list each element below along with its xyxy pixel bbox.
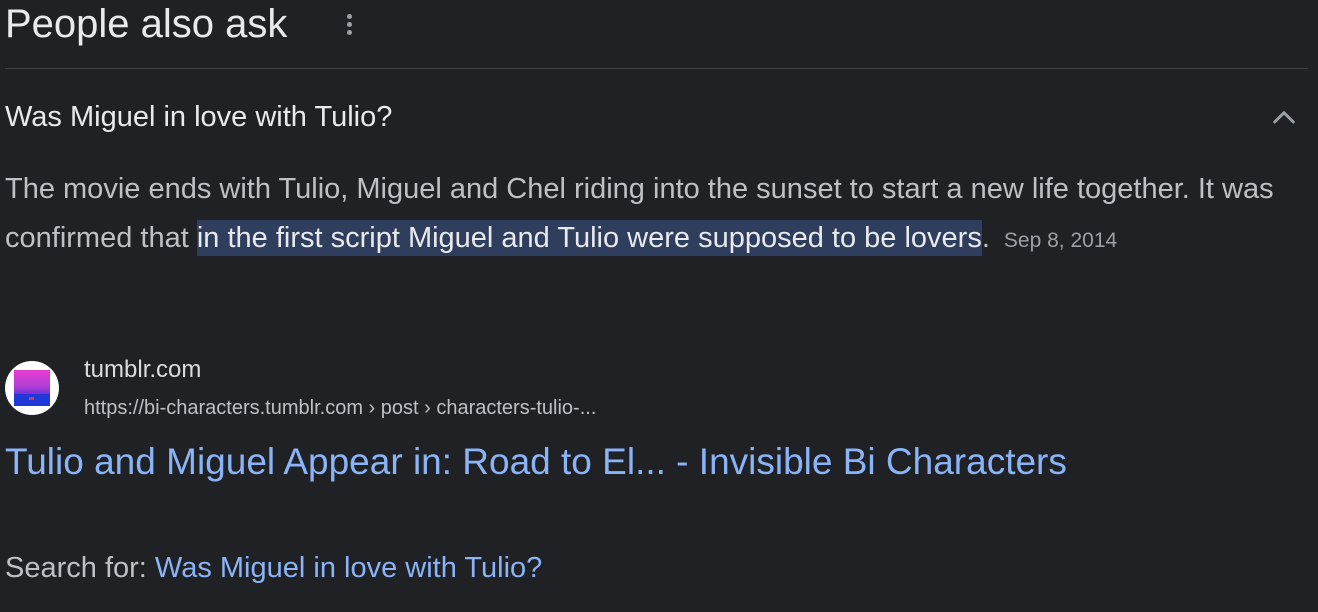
result-link[interactable]: Tulio and Miguel Appear in: Road to El..…	[5, 438, 1067, 486]
search-for-query-link[interactable]: Was Miguel in love with Tulio?	[155, 552, 542, 584]
question-accordion[interactable]: Was Miguel in love with Tulio?	[0, 94, 1310, 142]
answer-date: Sep 8, 2014	[1003, 228, 1118, 252]
answer-text-end: .	[981, 221, 990, 254]
search-for-label: Search for:	[5, 552, 155, 584]
chevron-up-icon[interactable]	[1268, 102, 1300, 134]
divider	[5, 68, 1308, 69]
site-url[interactable]: https://bi-characters.tumblr.com › post …	[84, 394, 596, 422]
section-title: People also ask	[5, 2, 288, 46]
search-for: Search for: Was Miguel in love with Tuli…	[5, 548, 542, 588]
question-text: Was Miguel in love with Tulio?	[5, 101, 393, 133]
answer-highlight: in the first script Miguel and Tulio wer…	[196, 219, 982, 256]
answer-snippet: The movie ends with Tulio, Miguel and Ch…	[5, 165, 1275, 265]
more-vert-icon[interactable]	[338, 10, 362, 40]
site-name[interactable]: tumblr.com	[84, 354, 201, 386]
tumblr-favicon-icon[interactable]	[5, 361, 59, 415]
